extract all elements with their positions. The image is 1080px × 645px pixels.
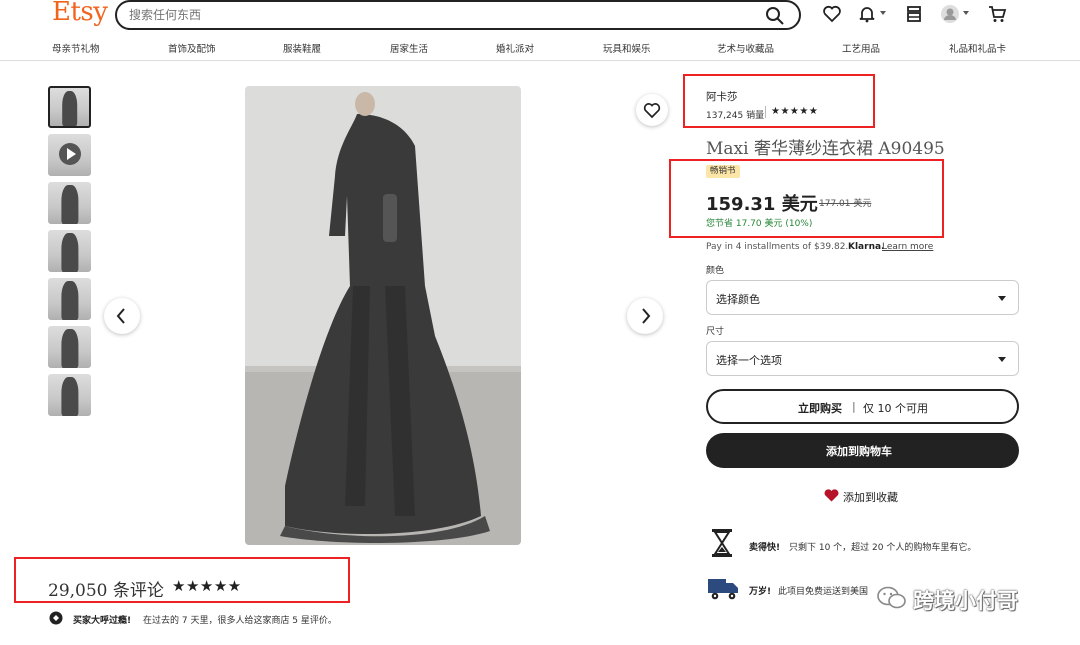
add-to-cart-button[interactable]: 添加到购物车 bbox=[706, 433, 1019, 468]
shop-name-link[interactable]: 阿卡莎 bbox=[706, 89, 738, 104]
size-select-value: 选择一个选项 bbox=[716, 354, 782, 367]
chat-bubble-icon bbox=[49, 611, 63, 625]
savings-text: 您节省 17.70 美元 (10%) bbox=[706, 219, 813, 229]
search-icon[interactable] bbox=[765, 6, 785, 26]
shop-rating-stars: ★★★★★ bbox=[771, 106, 819, 117]
buy-now-label: 立即购买 bbox=[798, 402, 842, 415]
shop-icon[interactable] bbox=[904, 4, 924, 24]
dress-photo bbox=[245, 86, 521, 545]
klarna-logo: Klarna. bbox=[848, 242, 885, 252]
gallery-thumbnail[interactable] bbox=[48, 86, 91, 128]
category-link[interactable]: 工艺用品 bbox=[842, 41, 880, 55]
chevron-right-icon bbox=[642, 308, 651, 324]
category-link[interactable]: 礼品和礼品卡 bbox=[949, 41, 1006, 55]
category-nav: 母亲节礼物 首饰及配饰 服装鞋履 居家生活 婚礼派对 玩具和娱乐 艺术与收藏品 … bbox=[0, 37, 1080, 61]
original-price: 177.01 美元 bbox=[819, 199, 872, 209]
size-select[interactable]: 选择一个选项 bbox=[706, 341, 1019, 376]
category-link[interactable]: 玩具和娱乐 bbox=[603, 41, 651, 55]
review-stars: ★★★★★ bbox=[172, 577, 242, 595]
category-link[interactable]: 婚礼派对 bbox=[496, 41, 534, 55]
color-select-value: 选择颜色 bbox=[716, 293, 760, 306]
product-title: Maxi 奢华薄纱连衣裙 A90495 bbox=[706, 139, 945, 159]
bell-icon[interactable] bbox=[857, 4, 877, 24]
avatar-icon[interactable] bbox=[940, 4, 960, 24]
watermark-text: 跨境小付哥 bbox=[913, 589, 1018, 613]
chevron-down-icon[interactable] bbox=[963, 11, 969, 15]
product-price: 159.31 美元 bbox=[706, 194, 818, 215]
gallery-thumbnail[interactable] bbox=[48, 278, 91, 320]
category-link[interactable]: 居家生活 bbox=[390, 41, 428, 55]
installments-text: Pay in 4 installments of $39.82. bbox=[706, 242, 849, 252]
review-note-bold: 买家大呼过瘾! bbox=[73, 616, 132, 626]
chevron-down-icon bbox=[998, 357, 1006, 362]
add-to-favorites-link[interactable]: 添加到收藏 bbox=[843, 489, 898, 505]
wechat-icon bbox=[877, 586, 906, 609]
size-label: 尺寸 bbox=[706, 327, 725, 337]
cart-icon[interactable] bbox=[987, 4, 1007, 24]
review-count[interactable]: 29,050 条评论 bbox=[48, 576, 164, 601]
site-header: Etsy bbox=[0, 0, 1080, 34]
search-bar[interactable] bbox=[115, 0, 801, 30]
gallery-thumbnail-video[interactable] bbox=[48, 134, 91, 176]
chevron-down-icon bbox=[998, 296, 1006, 301]
category-link[interactable]: 艺术与收藏品 bbox=[717, 41, 774, 55]
category-link[interactable]: 服装鞋履 bbox=[283, 41, 321, 55]
etsy-logo[interactable]: Etsy bbox=[52, 0, 108, 27]
color-select[interactable]: 选择颜色 bbox=[706, 280, 1019, 315]
color-label: 颜色 bbox=[706, 266, 725, 276]
highlight-text: 只剩下 10 个，超过 20 个人的购物车里有它。 bbox=[789, 543, 977, 553]
highlight-text: 此项目免费运送到美国 bbox=[778, 587, 869, 597]
add-to-cart-label: 添加到购物车 bbox=[826, 445, 892, 458]
hourglass-icon bbox=[712, 529, 732, 557]
chevron-down-icon[interactable] bbox=[880, 11, 886, 15]
gallery-thumbnail[interactable] bbox=[48, 230, 91, 272]
divider bbox=[765, 106, 766, 118]
favorite-button[interactable] bbox=[636, 94, 668, 126]
chevron-left-icon bbox=[116, 308, 125, 324]
category-link[interactable]: 母亲节礼物 bbox=[52, 41, 100, 55]
next-image-button[interactable] bbox=[627, 298, 663, 334]
play-icon bbox=[59, 143, 81, 165]
heart-outline-icon bbox=[643, 103, 661, 119]
learn-more-link[interactable]: Learn more bbox=[882, 242, 933, 252]
buy-now-button[interactable]: 立即购买 | 仅 10 个可用 bbox=[706, 389, 1019, 424]
review-note-text: 在过去的 7 天里，很多人给这家商店 5 星评价。 bbox=[143, 616, 337, 626]
heart-filled-icon[interactable] bbox=[824, 489, 839, 502]
previous-image-button[interactable] bbox=[104, 298, 140, 334]
gallery-thumbnail[interactable] bbox=[48, 182, 91, 224]
product-main-image[interactable] bbox=[245, 86, 521, 545]
highlight-bold: 卖得快! bbox=[749, 543, 781, 553]
gallery-thumbnail[interactable] bbox=[48, 374, 91, 416]
buy-now-separator: | bbox=[852, 400, 856, 413]
category-link[interactable]: 首饰及配饰 bbox=[168, 41, 216, 55]
highlight-bold: 万岁! bbox=[749, 587, 772, 597]
bestseller-badge: 畅销书 bbox=[706, 165, 740, 178]
search-input[interactable] bbox=[129, 8, 729, 22]
truck-icon bbox=[708, 579, 738, 600]
availability-text: 仅 10 个可用 bbox=[863, 402, 928, 415]
shop-sales: 137,245 销量 bbox=[706, 111, 765, 121]
gallery-thumbnail[interactable] bbox=[48, 326, 91, 368]
heart-icon[interactable] bbox=[822, 4, 842, 24]
